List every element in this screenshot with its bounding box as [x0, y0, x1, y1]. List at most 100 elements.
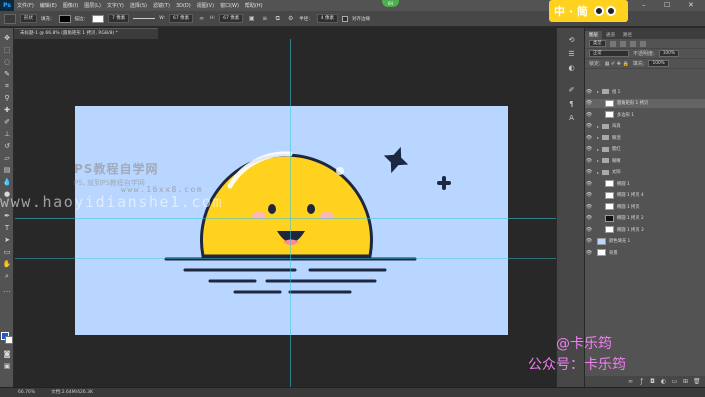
visibility-eye-icon[interactable]: 👁 [585, 181, 593, 187]
tool-preset-picker[interactable] [4, 13, 16, 24]
fill-swatch[interactable] [58, 14, 71, 23]
layer-row[interactable]: 👁 颜色填充 1 [585, 237, 705, 247]
menu-file[interactable]: 文件(F) [14, 2, 37, 9]
height-field[interactable]: 67 像素 [219, 14, 244, 23]
path-ops-icon[interactable]: ▣ [247, 14, 256, 23]
adjust-icon[interactable]: ◐ [567, 64, 576, 73]
layer-row[interactable]: 👁 ▸ 海浪 [585, 122, 705, 132]
character-icon[interactable]: A [567, 114, 576, 123]
visibility-eye-icon[interactable]: 👁 [585, 227, 593, 233]
stroke-type-line[interactable] [133, 18, 156, 19]
visibility-eye-icon[interactable]: 👁 [585, 135, 593, 141]
layer-row[interactable]: 👁 椭圆 1 [585, 179, 705, 189]
menu-layer[interactable]: 图层(L) [81, 2, 104, 9]
menu-image[interactable]: 图像(I) [60, 2, 81, 9]
layer-row[interactable]: 👁 椭圆 1 拷贝 4 [585, 191, 705, 201]
visibility-eye-icon[interactable]: 👁 [585, 123, 593, 129]
history-brush-tool-icon[interactable]: ↺ [2, 142, 12, 150]
menu-help[interactable]: 帮助(H) [242, 2, 266, 9]
tab-layers[interactable]: 图层 [585, 31, 602, 39]
layer-row[interactable]: 👁 多边形 1 [585, 110, 705, 120]
visibility-eye-icon[interactable]: 👁 [585, 100, 593, 106]
close-icon[interactable]: ✕ [688, 1, 694, 9]
layer-row[interactable]: 👁 椭圆 1 拷贝 3 [585, 225, 705, 235]
path-align-icon[interactable]: ≡ [260, 14, 269, 23]
layer-name[interactable]: 椭圆 1 拷贝 3 [617, 227, 644, 233]
visibility-eye-icon[interactable]: 👁 [585, 112, 593, 118]
menu-filter[interactable]: 滤镜(T) [150, 2, 173, 9]
brush-tool-icon[interactable]: ✐ [2, 118, 12, 126]
visibility-eye-icon[interactable]: 👁 [585, 215, 593, 221]
tab-channels[interactable]: 通道 [602, 31, 619, 39]
blur-tool-icon[interactable]: 💧 [2, 178, 12, 186]
link-icon[interactable]: ∞ [197, 14, 206, 23]
radius-field[interactable]: 4 像素 [316, 14, 339, 23]
visibility-eye-icon[interactable]: 👁 [585, 250, 593, 256]
layer-name[interactable]: 眼睛 [612, 158, 621, 164]
guide-horizontal-2[interactable] [15, 258, 556, 259]
layer-name[interactable]: 椭圆 1 拷贝 4 [617, 192, 644, 198]
layer-name[interactable]: 多边形 1 [617, 112, 634, 118]
menu-type[interactable]: 文字(Y) [104, 2, 127, 9]
layer-row[interactable]: 👁 背景 [585, 248, 705, 258]
stroke-swatch[interactable] [92, 14, 104, 23]
layer-row[interactable]: 👁 圆角矩形 1 拷贝 [585, 98, 705, 108]
lasso-tool-icon[interactable]: ◌ [2, 58, 12, 66]
doc-size[interactable]: 文档:2.64M/426.3K [51, 388, 93, 397]
properties-icon[interactable]: ☰ [567, 50, 576, 59]
quick-select-tool-icon[interactable]: ✎ [2, 70, 12, 78]
blend-mode-select[interactable]: 正常 [589, 50, 629, 57]
layer-row[interactable]: 👁 ▸ 眼泪 [585, 133, 705, 143]
new-group-icon[interactable]: ▭ [671, 378, 678, 385]
healing-brush-tool-icon[interactable]: ✚ [2, 106, 12, 114]
path-select-tool-icon[interactable]: ➤ [2, 236, 12, 244]
gradient-tool-icon[interactable]: ▤ [2, 166, 12, 174]
visibility-eye-icon[interactable]: 👁 [585, 146, 593, 152]
more-tools-icon[interactable]: … [2, 286, 12, 294]
kind-filter-select[interactable]: 类型 [589, 40, 606, 47]
filter-type-icon[interactable] [629, 40, 636, 47]
filter-shape-icon[interactable] [639, 40, 646, 47]
layer-row[interactable]: 👁 ▸ 太阳 [585, 168, 705, 178]
quick-mask-icon[interactable]: ◙ [2, 350, 12, 358]
layer-name[interactable]: 颜色填充 1 [609, 238, 630, 244]
layer-name[interactable]: 眼泪 [612, 135, 621, 141]
opacity-field[interactable]: 100% [658, 50, 679, 57]
pen-tool-icon[interactable]: ✒ [2, 212, 12, 220]
eyedropper-tool-icon[interactable]: ⚲ [2, 94, 12, 102]
layer-row[interactable]: 👁 ▸ 眼睛 [585, 156, 705, 166]
layer-name[interactable]: 椭圆 1 拷贝 2 [617, 215, 644, 221]
screen-mode-icon[interactable]: ▣ [2, 362, 12, 370]
document-tab[interactable]: 未标题-1 @ 66.8% (圆角矩形 1 拷贝, RGB/8) * [14, 28, 158, 39]
shape-tool-icon[interactable]: ▭ [2, 248, 12, 256]
new-layer-icon[interactable]: ⊞ [682, 378, 689, 385]
crop-tool-icon[interactable]: ⌗ [2, 82, 12, 90]
fx-icon[interactable]: ƒ [638, 378, 645, 385]
layer-name[interactable]: 腮红 [612, 146, 621, 152]
visibility-eye-icon[interactable]: 👁 [585, 192, 593, 198]
eraser-tool-icon[interactable]: ▱ [2, 154, 12, 162]
filter-adjust-icon[interactable] [619, 40, 626, 47]
menu-3d[interactable]: 3D(D) [173, 3, 194, 9]
guide-horizontal[interactable] [15, 218, 556, 219]
layer-row[interactable]: 👁 椭圆 1 拷贝 [585, 202, 705, 212]
visibility-eye-icon[interactable]: 👁 [585, 169, 593, 175]
type-tool-icon[interactable]: T [2, 224, 12, 232]
layer-row[interactable]: 👁 椭圆 1 拷贝 2 [585, 214, 705, 224]
layer-name[interactable]: 背景 [609, 250, 618, 256]
menu-select[interactable]: 选择(S) [127, 2, 150, 9]
layer-row[interactable]: 👁 ▸ 腮红 [585, 145, 705, 155]
delete-layer-icon[interactable]: 🗑 [693, 378, 701, 385]
menu-window[interactable]: 窗口(W) [217, 2, 242, 9]
path-arrange-icon[interactable]: ⧉ [273, 14, 282, 23]
filter-pixel-icon[interactable] [609, 40, 616, 47]
marquee-tool-icon[interactable]: ⬚ [2, 46, 12, 54]
layer-name[interactable]: 太阳 [612, 169, 621, 175]
layer-name[interactable]: 海浪 [612, 123, 621, 129]
background-color[interactable] [5, 336, 13, 344]
layer-name[interactable]: 组 1 [612, 89, 620, 95]
visibility-eye-icon[interactable]: 👁 [585, 238, 593, 244]
brush-settings-icon[interactable]: ✐ [567, 86, 576, 95]
link-layers-icon[interactable]: ∞ [627, 378, 634, 385]
canvas[interactable] [75, 106, 508, 335]
